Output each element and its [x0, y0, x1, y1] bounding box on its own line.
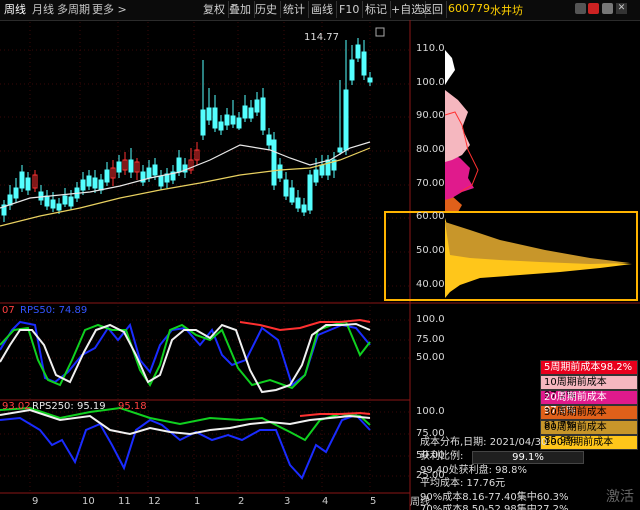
price-axis-label: 90.00	[416, 110, 445, 121]
price-axis-label: 60.00	[416, 211, 445, 222]
candle-down	[56, 203, 62, 211]
rps250-prev-label: 93.02	[2, 401, 31, 412]
candle-down	[289, 187, 295, 203]
candle-down	[266, 134, 272, 146]
candle-down	[62, 195, 68, 205]
candle-down	[7, 194, 13, 206]
cost-70-range: 70%成本8.50-52.98集中27.2%	[420, 504, 569, 510]
candle-down	[44, 195, 50, 207]
ind1-axis-label: 75.00	[416, 334, 445, 345]
rps250-line-blue	[0, 413, 371, 480]
x-axis-tick: 10	[82, 496, 95, 507]
peak-price-label: 114.77	[304, 32, 339, 43]
ind2-axis-label: 100.0	[416, 406, 445, 417]
candle-down	[355, 44, 361, 59]
cost-90-range: 90%成本8.16-77.40集中60.3%	[420, 492, 569, 503]
ind1-axis-label: 100.0	[416, 314, 445, 325]
chip-legend: 5周期前成本98.2%10周期前成本97.2%20周期前成本97.6%30周期前…	[540, 360, 638, 461]
legend-item: 100周期前成本80.0%	[540, 435, 638, 461]
x-axis-tick: 5	[370, 496, 377, 507]
candle-down	[218, 121, 224, 131]
x-axis-tick: 1	[194, 496, 201, 507]
legend-item: 5周期前成本98.2%	[540, 360, 638, 375]
candle-down	[152, 164, 158, 176]
candle-down	[295, 197, 301, 209]
candle-down	[158, 175, 164, 187]
candle-down	[254, 99, 260, 113]
candle-down	[104, 169, 110, 183]
x-axis-tick: 4	[322, 496, 329, 507]
candle-down	[242, 105, 248, 119]
price-axis-label: 50.00	[416, 245, 445, 256]
candle-down	[260, 97, 266, 131]
legend-item: 30周期前成本91.7%	[540, 405, 638, 431]
candle-down	[98, 179, 104, 191]
candle-down	[128, 159, 134, 173]
candle-down	[13, 187, 19, 199]
candle-down	[116, 161, 122, 173]
x-axis-tick: 11	[118, 496, 131, 507]
candle-down	[146, 167, 152, 179]
profit-ratio-label: 获利比例:	[420, 451, 464, 462]
x-axis-tick: 2	[238, 496, 245, 507]
x-axis-tick: 9	[32, 496, 39, 507]
average-cost: 平均成本: 17.76元	[420, 478, 506, 489]
candle-down	[80, 179, 86, 191]
candle-down	[230, 115, 236, 125]
chip-dist-60	[445, 222, 630, 264]
candle-down	[337, 147, 343, 153]
price-axis-label: 80.00	[416, 144, 445, 155]
candle-down	[343, 89, 349, 151]
candle-down	[283, 179, 289, 197]
candle-down	[38, 191, 44, 201]
candle-down	[200, 109, 206, 136]
price-axis-label: 70.00	[416, 178, 445, 189]
legend-item: 60周期前成本85.9%	[540, 420, 638, 446]
candle-down	[19, 171, 25, 189]
candle-down	[86, 175, 92, 187]
candle-down	[236, 117, 242, 129]
candle-down	[301, 204, 307, 213]
candle-down	[361, 51, 367, 76]
chip-dist-date: 成本分布,日期: 2021/04/30	[420, 437, 548, 448]
chip-dist-10	[445, 90, 470, 162]
candle-down	[25, 177, 31, 191]
legend-item: 10周期前成本97.2%	[540, 375, 638, 401]
chip-dist-5	[445, 50, 455, 85]
candle-down	[307, 174, 313, 211]
candle-down	[68, 196, 74, 207]
price-axis-label: 100.0	[416, 77, 445, 88]
profit-ratio-bar: 99.1%	[472, 451, 584, 464]
rps50-prev-label: 07	[2, 305, 15, 316]
candle-down	[176, 157, 182, 173]
candle-down	[248, 107, 254, 119]
candle-down	[319, 164, 325, 176]
candle-down	[277, 164, 283, 179]
x-axis-tick: 3	[284, 496, 291, 507]
ind1-axis-label: 50.00	[416, 352, 445, 363]
rps250-label: RPS250: 95.19	[32, 401, 106, 412]
rps250-line-green	[0, 406, 371, 442]
rps50-label: RPS50: 74.89	[20, 305, 88, 316]
candle-down	[313, 169, 319, 183]
candle-down	[50, 199, 56, 209]
watermark: 激活	[606, 489, 634, 505]
candle-down	[224, 114, 230, 126]
legend-item: 20周期前成本97.6%	[540, 390, 638, 416]
profit-at-price: 99.40处获利盘: 98.8%	[420, 465, 527, 476]
rps50-line-green	[0, 320, 371, 390]
price-axis-label: 40.00	[416, 279, 445, 290]
candle-down	[212, 107, 218, 129]
candle-down	[92, 177, 98, 189]
panel-toggle-icon	[375, 27, 385, 37]
candle-down	[206, 107, 212, 121]
candle-down	[349, 59, 355, 81]
candle-down	[271, 139, 277, 186]
price-axis-label: 110.0	[416, 43, 445, 54]
x-axis-tick: 12	[148, 496, 161, 507]
rps250-value-label: 95.18	[118, 401, 147, 412]
candle-down	[367, 77, 373, 83]
